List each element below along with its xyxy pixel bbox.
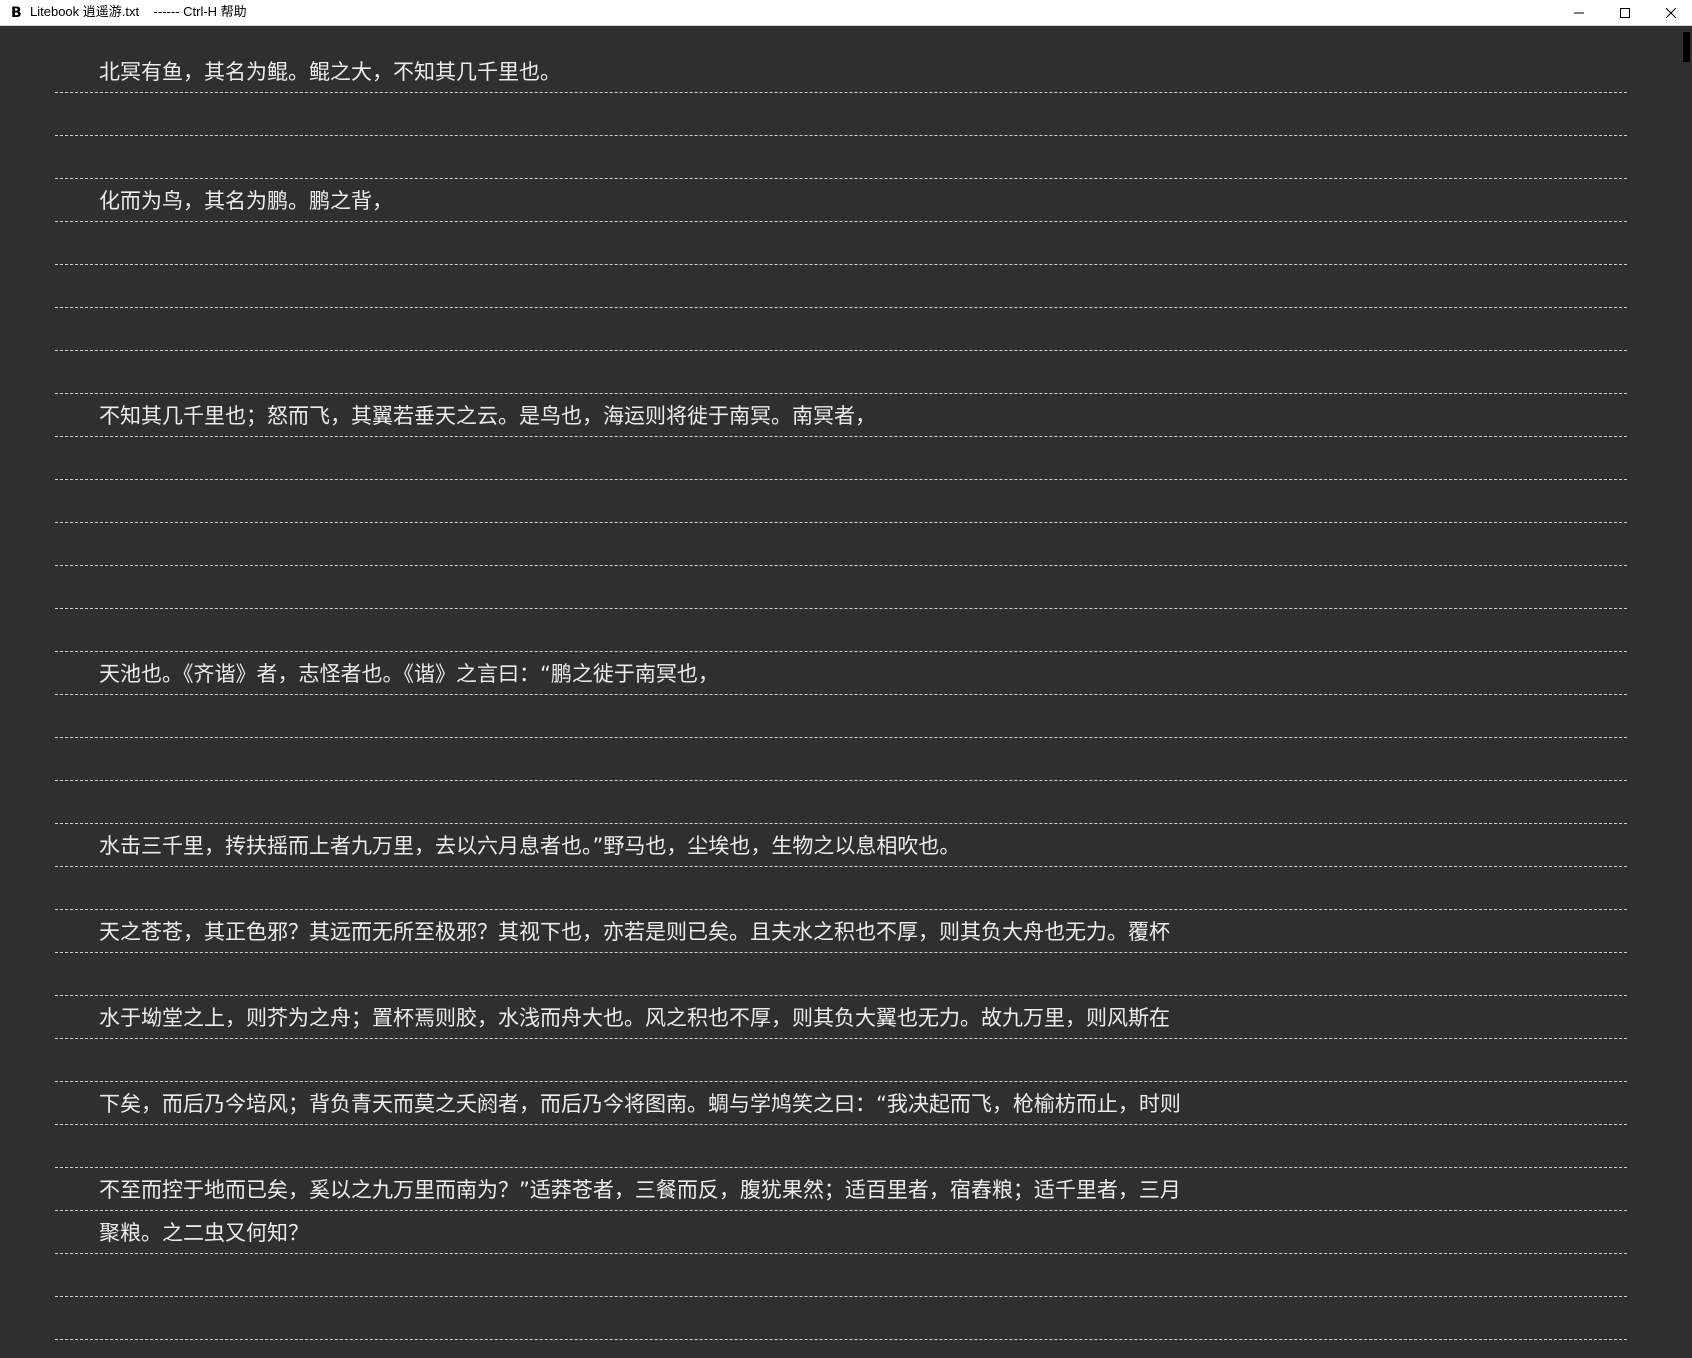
text-line (55, 953, 1627, 996)
scroll-thumb[interactable] (1683, 32, 1690, 62)
text-line (55, 1297, 1627, 1340)
text-line (55, 136, 1627, 179)
window-title: Litebook 逍遥游.txt ------ Ctrl-H 帮助 (30, 4, 247, 19)
close-button[interactable] (1648, 0, 1692, 25)
text-line: 聚粮。之二虫又何知？ (55, 1211, 1627, 1254)
line-text: 北冥有鱼，其名为鲲。鲲之大，不知其几千里也。 (99, 60, 561, 84)
text-line: 化而为鸟，其名为鹏。鹏之背， (55, 179, 1627, 222)
line-text: 不知其几千里也；怒而飞，其翼若垂天之云。是鸟也，海运则将徙于南冥。南冥者， (99, 404, 876, 428)
maximize-icon (1620, 7, 1630, 18)
text-line: 下矣，而后乃今培风；背负青天而莫之夭阏者，而后乃今将图南。蜩与学鸠笑之曰：“我决… (55, 1082, 1627, 1125)
maximize-button[interactable] (1602, 0, 1648, 25)
title-bar[interactable]: B Litebook 逍遥游.txt ------ Ctrl-H 帮助 (0, 0, 1692, 26)
text-line: 天池也。《齐谐》者，志怪者也。《谐》之言曰：“鹏之徙于南冥也， (55, 652, 1627, 695)
text-line: 水击三千里，抟扶摇而上者九万里，去以六月息者也。”野马也，尘埃也，生物之以息相吹… (55, 824, 1627, 867)
text-line (55, 222, 1627, 265)
text-line (55, 265, 1627, 308)
text-line (55, 609, 1627, 652)
text-line (55, 566, 1627, 609)
text-line (55, 480, 1627, 523)
minimize-button[interactable] (1556, 0, 1602, 25)
text-line: 不知其几千里也；怒而飞，其翼若垂天之云。是鸟也，海运则将徙于南冥。南冥者， (55, 394, 1627, 437)
line-text: 化而为鸟，其名为鹏。鹏之背， (99, 189, 393, 213)
text-line (55, 867, 1627, 910)
text-reader-pane[interactable]: 北冥有鱼，其名为鲲。鲲之大，不知其几千里也。 化而为鸟，其名为鹏。鹏之背， 不知其几… (0, 26, 1692, 1358)
line-text: 天池也。《齐谐》者，志怪者也。《谐》之言曰：“鹏之徙于南冥也， (99, 662, 719, 686)
text-line: 天之苍苍，其正色邪？其远而无所至极邪？其视下也，亦若是则已矣。且夫水之积也不厚，… (55, 910, 1627, 953)
text-line (55, 695, 1627, 738)
line-text: 下矣，而后乃今培风；背负青天而莫之夭阏者，而后乃今将图南。蜩与学鸠笑之曰：“我决… (99, 1092, 1181, 1116)
text-line (55, 308, 1627, 351)
text-line (55, 351, 1627, 394)
text-line (55, 437, 1627, 480)
text-line (55, 523, 1627, 566)
vertical-scrollbar[interactable] (1680, 26, 1692, 1358)
line-text: 不至而控于地而已矣，奚以之九万里而南为？”适莽苍者，三餐而反，腹犹果然；适百里者… (99, 1178, 1181, 1202)
text-line (55, 781, 1627, 824)
text-line: 北冥有鱼，其名为鲲。鲲之大，不知其几千里也。 (55, 50, 1627, 93)
line-text: 水于坳堂之上，则芥为之舟；置杯焉则胶，水浅而舟大也。风之积也不厚，则其负大翼也无… (99, 1006, 1170, 1030)
line-text: 水击三千里，抟扶摇而上者九万里，去以六月息者也。”野马也，尘埃也，生物之以息相吹… (99, 834, 961, 858)
text-line: 水于坳堂之上，则芥为之舟；置杯焉则胶，水浅而舟大也。风之积也不厚，则其负大翼也无… (55, 996, 1627, 1039)
line-text: 聚粮。之二虫又何知？ (99, 1221, 309, 1245)
text-line (55, 93, 1627, 136)
text-line: 不至而控于地而已矣，奚以之九万里而南为？”适莽苍者，三餐而反，腹犹果然；适百里者… (55, 1168, 1627, 1211)
text-line (55, 1039, 1627, 1082)
line-text: 天之苍苍，其正色邪？其远而无所至极邪？其视下也，亦若是则已矣。且夫水之积也不厚，… (99, 920, 1170, 944)
app-logo-icon: B (11, 5, 22, 21)
close-icon (1666, 7, 1676, 18)
text-line (55, 738, 1627, 781)
text-line (55, 1254, 1627, 1297)
text-line (55, 1125, 1627, 1168)
minimize-icon (1574, 12, 1584, 13)
